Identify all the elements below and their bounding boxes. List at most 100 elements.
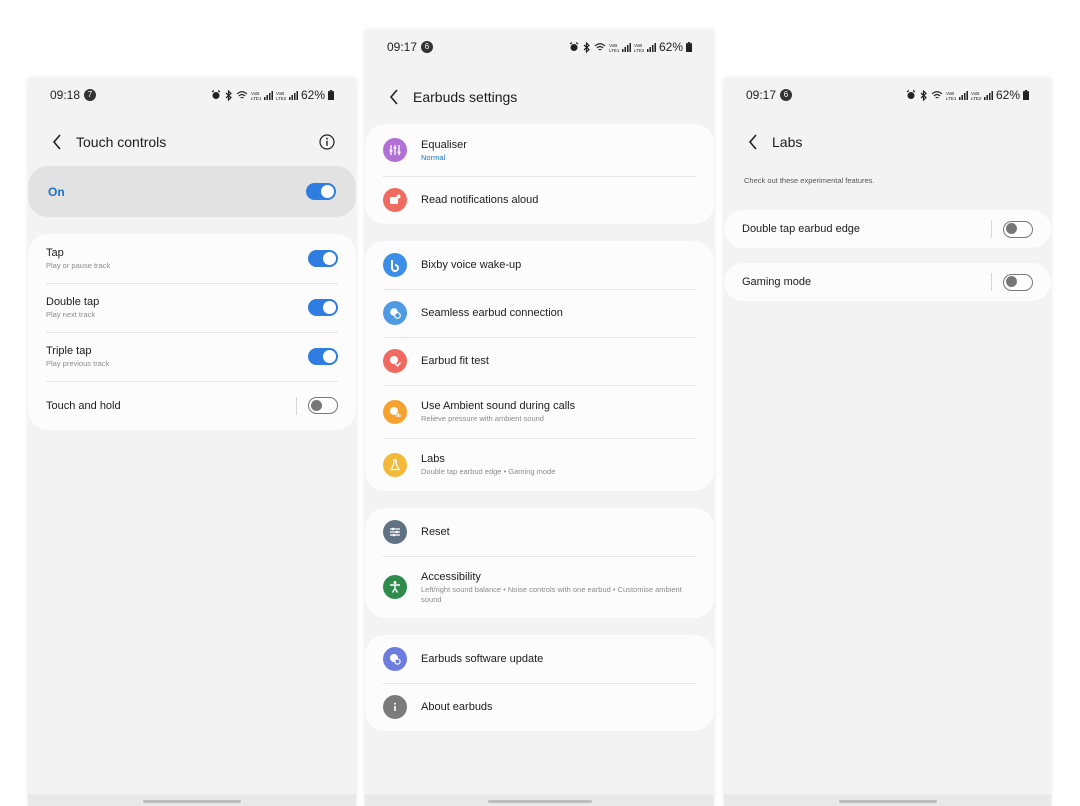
divider bbox=[991, 273, 992, 291]
bluetooth-icon bbox=[920, 89, 927, 101]
labs-gaming-mode[interactable]: Gaming mode bbox=[724, 263, 1051, 301]
setting-bixby-wake-up[interactable]: Bixby voice wake-up bbox=[365, 241, 714, 289]
labs-icon bbox=[383, 452, 407, 477]
setting-title: Read notifications aloud bbox=[421, 194, 539, 206]
touch-and-hold-toggle[interactable] bbox=[308, 397, 338, 414]
home-indicator[interactable] bbox=[487, 800, 592, 803]
triple-tap-toggle[interactable] bbox=[308, 348, 338, 365]
setting-title: Earbud fit test bbox=[421, 355, 489, 367]
tap-toggle[interactable] bbox=[308, 250, 338, 267]
touch-option-touch-and-hold[interactable]: Touch and hold bbox=[28, 381, 356, 430]
fit-test-icon bbox=[383, 349, 407, 373]
touch-option-triple-tap[interactable]: Triple tap Play previous track bbox=[28, 332, 356, 381]
settings-group-features: Bixby voice wake-up Seamless earbud conn… bbox=[365, 241, 714, 491]
option-subtitle: Play next track bbox=[46, 310, 96, 319]
setting-title: Use Ambient sound during calls bbox=[421, 400, 576, 412]
status-bar: 09:18 7 VoB LTE1 VoB LTE2 62% bbox=[28, 78, 356, 112]
setting-software-update[interactable]: Earbuds software update bbox=[365, 635, 714, 683]
settings-group-about: Earbuds software update About earbuds bbox=[365, 635, 714, 731]
svg-text:LTE1: LTE1 bbox=[251, 96, 262, 100]
setting-ambient-sound-calls[interactable]: Use Ambient sound during calls Relieve p… bbox=[365, 385, 714, 438]
status-bar: 09:17 6 VoB LTE1 VoB LTE2 62% bbox=[365, 30, 714, 64]
touch-options-card: Tap Play or pause track Double tap Play … bbox=[28, 234, 356, 430]
accessibility-icon bbox=[383, 575, 407, 599]
status-icons: VoB LTE1 VoB LTE2 62% bbox=[906, 88, 1029, 102]
status-time: 09:18 bbox=[50, 88, 81, 102]
equaliser-icon bbox=[383, 138, 407, 162]
status-icons: VoB LTE1 VoB LTE2 62% bbox=[569, 40, 692, 54]
battery-icon bbox=[686, 42, 692, 52]
setting-title: Earbuds software update bbox=[421, 653, 544, 665]
chevron-left-icon bbox=[748, 134, 757, 150]
bluetooth-icon bbox=[225, 89, 232, 101]
option-subtitle: Play previous track bbox=[46, 359, 110, 368]
alarm-icon bbox=[569, 42, 579, 51]
setting-title: Accessibility bbox=[421, 570, 481, 583]
setting-read-notifications[interactable]: Read notifications aloud bbox=[365, 176, 714, 224]
earbuds-settings-screen: 09:17 6 VoB LTE1 VoB LTE2 62% Earbuds sett… bbox=[365, 30, 714, 806]
home-indicator[interactable] bbox=[143, 800, 241, 803]
labs-feature-card: Gaming mode bbox=[724, 263, 1051, 301]
about-icon bbox=[383, 695, 407, 719]
touch-option-tap[interactable]: Tap Play or pause track bbox=[28, 234, 356, 283]
setting-subtitle: Left/right sound balance • Noise control… bbox=[421, 584, 682, 604]
master-switch-toggle[interactable] bbox=[306, 183, 336, 200]
signal-lte2-icon: VoBLTE2 bbox=[971, 91, 993, 100]
touch-controls-screen: 09:18 7 VoB LTE1 VoB LTE2 62% Touch contro… bbox=[28, 78, 356, 806]
page-title: Earbuds settings bbox=[413, 89, 518, 105]
setting-subtitle: Normal bbox=[421, 152, 446, 162]
labs-screen: 09:17 6 VoB LTE1 VoB LTE2 62% Labs Check o… bbox=[724, 78, 1051, 806]
touch-option-double-tap[interactable]: Double tap Play next track bbox=[28, 283, 356, 332]
labs-feature-card: Double tap earbud edge bbox=[724, 210, 1051, 248]
info-button[interactable] bbox=[316, 131, 338, 153]
ambient-sound-icon bbox=[383, 399, 407, 424]
double-tap-toggle[interactable] bbox=[308, 299, 338, 316]
svg-text:LTE1: LTE1 bbox=[609, 48, 620, 52]
double-tap-edge-toggle[interactable] bbox=[1003, 220, 1033, 238]
back-button[interactable] bbox=[742, 131, 764, 153]
setting-seamless-connection[interactable]: Seamless earbud connection bbox=[365, 289, 714, 337]
alarm-icon bbox=[211, 90, 221, 99]
battery-percent: 62% bbox=[658, 40, 683, 54]
seamless-connection-icon bbox=[383, 301, 407, 325]
setting-accessibility[interactable]: Accessibility Left/right sound balance •… bbox=[365, 556, 714, 618]
notifications-icon bbox=[383, 188, 407, 212]
setting-labs[interactable]: Labs Double tap earbud edge • Gaming mod… bbox=[365, 438, 714, 491]
settings-group-sound: Equaliser Normal Read notifications alou… bbox=[365, 124, 714, 224]
setting-about-earbuds[interactable]: About earbuds bbox=[365, 683, 714, 731]
setting-subtitle: Relieve pressure with ambient sound bbox=[421, 414, 544, 423]
setting-reset[interactable]: Reset bbox=[365, 508, 714, 556]
gaming-mode-toggle[interactable] bbox=[1003, 273, 1033, 291]
wifi-icon bbox=[931, 91, 943, 99]
bluetooth-icon bbox=[583, 41, 590, 53]
svg-text:LTE2: LTE2 bbox=[276, 96, 287, 100]
battery-icon bbox=[328, 90, 334, 100]
setting-subtitle: Double tap earbud edge • Gaming mode bbox=[421, 467, 556, 476]
chevron-left-icon bbox=[52, 134, 61, 150]
battery-percent: 62% bbox=[995, 88, 1020, 102]
feature-title: Gaming mode bbox=[742, 276, 812, 288]
signal-lte2-icon: VoBLTE2 bbox=[634, 43, 656, 52]
back-button[interactable] bbox=[383, 86, 405, 108]
option-title: Touch and hold bbox=[46, 399, 121, 412]
status-time: 09:17 bbox=[387, 40, 418, 54]
labs-description: Check out these experimental features. bbox=[744, 176, 875, 185]
master-switch-row[interactable]: On bbox=[28, 166, 356, 217]
signal-lte2-icon: VoBLTE2 bbox=[276, 91, 298, 100]
wifi-icon bbox=[594, 43, 606, 51]
setting-title: Reset bbox=[421, 526, 450, 538]
master-switch-label: On bbox=[48, 184, 65, 199]
back-button[interactable] bbox=[46, 131, 68, 153]
setting-earbud-fit-test[interactable]: Earbud fit test bbox=[365, 337, 714, 385]
header: Labs bbox=[724, 129, 1051, 155]
feature-title: Double tap earbud edge bbox=[742, 223, 861, 235]
option-title: Double tap bbox=[46, 296, 100, 308]
home-indicator[interactable] bbox=[838, 800, 937, 803]
setting-equaliser[interactable]: Equaliser Normal bbox=[365, 124, 714, 176]
signal-lte1-icon: VoBLTE1 bbox=[251, 91, 273, 100]
info-icon bbox=[319, 134, 335, 150]
notification-count-badge: 6 bbox=[421, 41, 434, 53]
labs-double-tap-edge[interactable]: Double tap earbud edge bbox=[724, 210, 1051, 248]
status-time: 09:17 bbox=[746, 88, 777, 102]
bixby-icon bbox=[383, 253, 407, 277]
